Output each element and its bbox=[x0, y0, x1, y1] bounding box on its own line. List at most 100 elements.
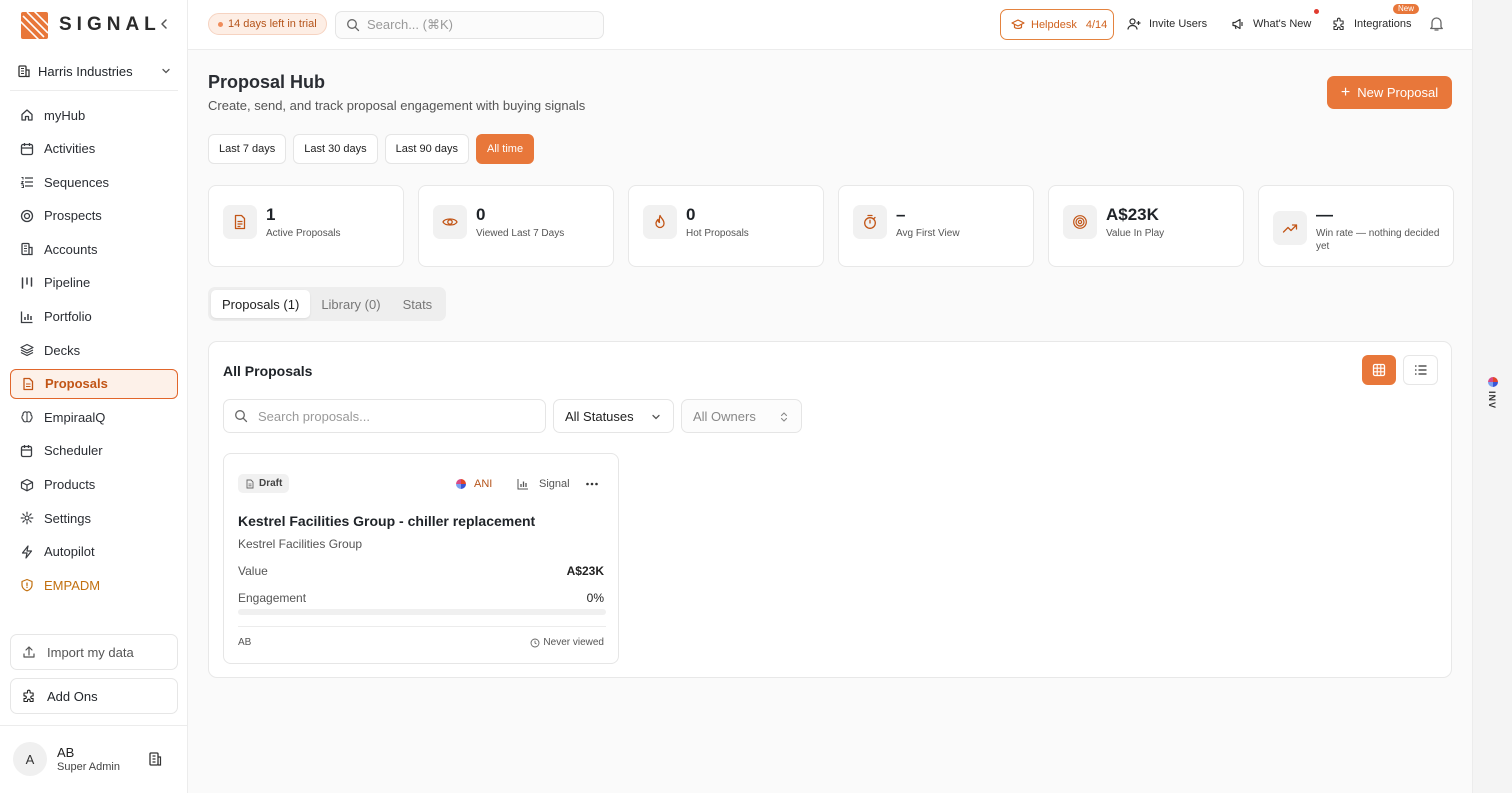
engagement-value: 0% bbox=[586, 591, 604, 605]
proposal-value: A$23K bbox=[566, 564, 604, 578]
trial-badge[interactable]: 14 days left in trial bbox=[208, 13, 327, 35]
list-ordered-icon bbox=[20, 177, 33, 189]
sidebar-item-label: Accounts bbox=[44, 241, 98, 257]
chevron-left-icon bbox=[161, 19, 167, 29]
rail-tab[interactable]: INV bbox=[1487, 377, 1499, 417]
sidebar-item-sequences[interactable]: Sequences bbox=[10, 167, 178, 197]
proposal-title[interactable]: Kestrel Facilities Group - chiller repla… bbox=[238, 513, 535, 529]
stat-value: — bbox=[1316, 205, 1333, 224]
sidebar-item-label: Sequences bbox=[44, 174, 110, 190]
org-name: Harris Industries bbox=[38, 63, 133, 79]
right-rail: INV bbox=[1472, 0, 1512, 793]
ani-integration-badge[interactable]: ANI bbox=[456, 478, 492, 490]
sidebar-item-decks[interactable]: Decks bbox=[10, 335, 178, 365]
sidebar-item-label: EMPADM bbox=[44, 577, 101, 593]
workspace-icon[interactable] bbox=[147, 751, 163, 767]
upload-icon bbox=[23, 646, 35, 658]
stat-card-avg-first-view: – Avg First View bbox=[838, 185, 1034, 267]
whats-new-button[interactable]: What's New bbox=[1231, 14, 1311, 34]
sidebar-item-settings[interactable]: Settings bbox=[10, 503, 178, 533]
proposal-card[interactable]: Draft ANI Signal Kestrel Facilities Grou… bbox=[223, 453, 619, 664]
sidebar-item-label: Scheduler bbox=[44, 443, 103, 459]
engagement-label: Engagement bbox=[238, 591, 307, 605]
sidebar-item-label: Pipeline bbox=[44, 275, 91, 291]
main-content: Proposal Hub Create, send, and track pro… bbox=[188, 50, 1472, 793]
proposal-tabs: Proposals (1) Library (0) Stats bbox=[208, 287, 447, 321]
import-data-button[interactable]: Import my data bbox=[10, 634, 178, 670]
sidebar-nav: myHub Activities Sequences Prospects Acc… bbox=[10, 100, 178, 604]
sidebar-item-proposals[interactable]: Proposals bbox=[10, 368, 178, 399]
invite-users-button[interactable]: Invite Users bbox=[1127, 14, 1207, 34]
sidebar-item-prospects[interactable]: Prospects bbox=[10, 201, 178, 231]
rail-label: INV bbox=[1487, 391, 1497, 410]
sidebar-item-portfolio[interactable]: Portfolio bbox=[10, 302, 178, 332]
bell-icon[interactable] bbox=[1428, 15, 1445, 32]
user-role: Super Admin bbox=[57, 761, 120, 773]
sidebar-item-empiraalq[interactable]: EmpiraalQ bbox=[10, 402, 178, 432]
sidebar-item-accounts[interactable]: Accounts bbox=[10, 234, 178, 264]
signal-label: Signal bbox=[539, 478, 570, 490]
stat-value: 0 bbox=[476, 205, 486, 224]
puzzle-icon bbox=[1333, 17, 1344, 31]
sidebar-item-activities[interactable]: Activities bbox=[10, 134, 178, 164]
import-label: Import my data bbox=[47, 644, 134, 660]
stats-row: 1 Active Proposals 0 Viewed Last 7 Days … bbox=[208, 185, 1468, 267]
proposal-company: Kestrel Facilities Group bbox=[238, 537, 363, 551]
sidebar-item-empadm[interactable]: EMPADM bbox=[10, 570, 178, 600]
grid-view-button[interactable] bbox=[1362, 355, 1396, 385]
tab-stats[interactable]: Stats bbox=[392, 290, 444, 318]
signal-button[interactable]: Signal bbox=[517, 478, 570, 490]
sidebar-item-label: myHub bbox=[44, 107, 86, 123]
package-icon bbox=[20, 478, 34, 491]
stat-card-win-rate: — Win rate — nothing decided yet bbox=[1258, 185, 1454, 267]
stat-card-active-proposals: 1 Active Proposals bbox=[208, 185, 404, 267]
integrations-button[interactable]: Integrations bbox=[1332, 14, 1411, 34]
list-view-button[interactable] bbox=[1403, 355, 1438, 385]
value-label: Value bbox=[238, 564, 268, 578]
sidebar: SIGNAL Harris Industries myHub Activitie… bbox=[0, 0, 188, 793]
status-filter-select[interactable]: All Statuses bbox=[553, 399, 674, 433]
target-icon bbox=[20, 209, 34, 222]
integrations-label: Integrations bbox=[1354, 18, 1412, 30]
zap-icon bbox=[21, 545, 33, 559]
sidebar-item-label: Decks bbox=[44, 342, 81, 358]
puzzle-icon bbox=[23, 689, 34, 703]
range-last-90-days[interactable]: Last 90 days bbox=[384, 134, 470, 164]
global-search-input[interactable]: Search... (⌘K) bbox=[335, 11, 604, 39]
sidebar-item-products[interactable]: Products bbox=[10, 470, 178, 500]
user-profile[interactable]: A AB Super Admin bbox=[13, 742, 183, 776]
tab-proposals[interactable]: Proposals (1) bbox=[211, 290, 311, 318]
proposal-search-field[interactable] bbox=[258, 408, 528, 424]
new-proposal-button[interactable]: + New Proposal bbox=[1327, 76, 1452, 109]
collapse-sidebar-button[interactable] bbox=[156, 14, 172, 34]
sidebar-item-label: Autopilot bbox=[44, 544, 95, 560]
range-last-7-days[interactable]: Last 7 days bbox=[208, 134, 287, 164]
org-switcher[interactable]: Harris Industries bbox=[10, 56, 178, 86]
sidebar-item-pipeline[interactable]: Pipeline bbox=[10, 268, 178, 298]
new-proposal-label: New Proposal bbox=[1357, 85, 1439, 100]
building-icon bbox=[18, 65, 30, 78]
sidebar-item-myhub[interactable]: myHub bbox=[10, 100, 178, 130]
logo-mark-icon bbox=[21, 11, 48, 39]
engagement-progress-bar bbox=[238, 609, 606, 615]
sidebar-item-label: Proposals bbox=[45, 376, 108, 392]
home-icon bbox=[21, 109, 33, 121]
all-proposals-panel: All Proposals All Statuses All Owners Dr… bbox=[208, 341, 1452, 678]
sidebar-item-label: Prospects bbox=[44, 208, 102, 224]
range-last-30-days[interactable]: Last 30 days bbox=[293, 134, 378, 164]
sidebar-item-label: Activities bbox=[44, 141, 96, 157]
proposal-search-input[interactable] bbox=[223, 399, 546, 433]
chevron-down-icon bbox=[162, 68, 170, 74]
more-horizontal-icon[interactable] bbox=[584, 476, 600, 492]
range-all-time[interactable]: All time bbox=[476, 134, 535, 164]
owner-filter-select[interactable]: All Owners bbox=[681, 399, 802, 433]
sidebar-item-autopilot[interactable]: Autopilot bbox=[10, 537, 178, 567]
status-filter-value: All Statuses bbox=[565, 408, 634, 424]
eye-icon bbox=[433, 205, 467, 239]
sidebar-item-scheduler[interactable]: Scheduler bbox=[10, 436, 178, 466]
search-icon bbox=[347, 19, 360, 32]
add-ons-button[interactable]: Add Ons bbox=[10, 678, 178, 714]
tab-library[interactable]: Library (0) bbox=[310, 290, 391, 318]
notification-dot bbox=[1314, 9, 1319, 14]
helpdesk-button[interactable]: Helpdesk 4/14 bbox=[1000, 9, 1114, 40]
